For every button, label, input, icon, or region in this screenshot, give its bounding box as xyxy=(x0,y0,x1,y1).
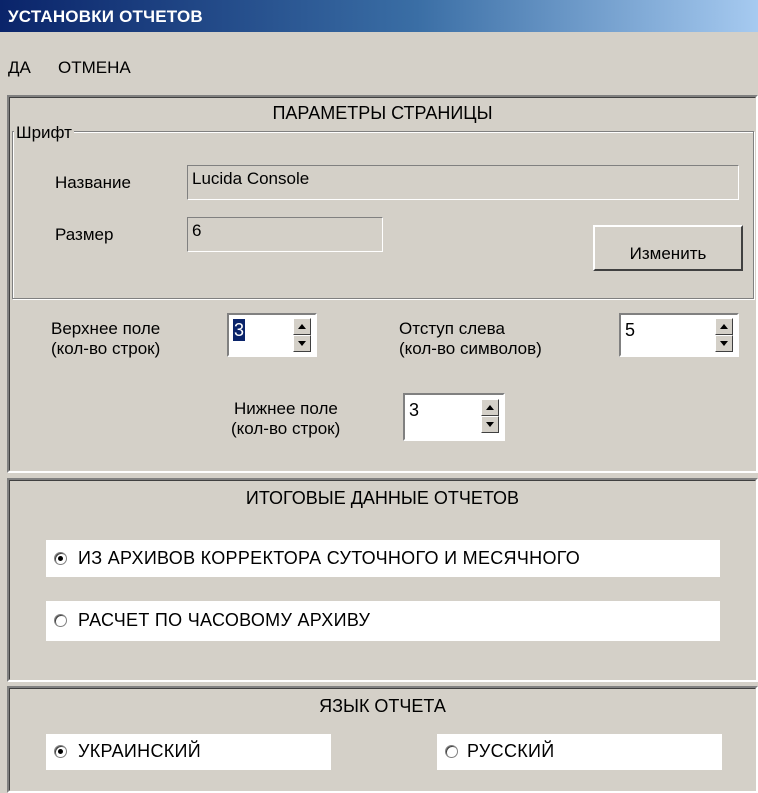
spin-down-button[interactable] xyxy=(481,416,499,433)
font-group-label: Шрифт xyxy=(14,123,74,143)
bottom-margin-sublabel: (кол-во строк) xyxy=(231,419,341,438)
bottom-margin-spin[interactable]: 3 xyxy=(403,393,505,441)
arrow-down-icon xyxy=(486,422,494,427)
bottom-margin-value[interactable]: 3 xyxy=(409,399,419,421)
totals-option-archives[interactable]: ИЗ АРХИВОВ КОРРЕКТОРА СУТОЧНОГО И МЕСЯЧН… xyxy=(46,540,720,577)
language-heading: ЯЗЫК ОТЧЕТА xyxy=(319,696,446,716)
left-indent-label: Отступ слева xyxy=(399,319,505,338)
font-groupbox xyxy=(12,131,754,299)
menu-bar: ДА ОТМЕНА xyxy=(0,32,758,84)
radio-button[interactable] xyxy=(54,552,67,565)
left-indent-value[interactable]: 5 xyxy=(625,319,635,341)
bottom-margin-label: Нижнее поле xyxy=(234,399,338,418)
left-indent-sublabel: (кол-во символов) xyxy=(399,339,542,358)
option-label: УКРАИНСКИЙ xyxy=(78,741,202,761)
top-margin-spin[interactable]: 3 xyxy=(227,313,317,357)
arrow-down-icon xyxy=(720,341,728,346)
arrow-up-icon xyxy=(298,324,306,329)
option-label: ИЗ АРХИВОВ КОРРЕКТОРА СУТОЧНОГО И МЕСЯЧН… xyxy=(78,548,581,568)
totals-heading: ИТОГОВЫЕ ДАННЫЕ ОТЧЕТОВ xyxy=(245,488,520,508)
radio-button[interactable] xyxy=(445,745,458,758)
arrow-up-icon xyxy=(486,405,494,410)
page-params-heading: ПАРАМЕТРЫ СТРАНИЦЫ xyxy=(272,103,493,123)
option-label: РАСЧЕТ ПО ЧАСОВОМУ АРХИВУ xyxy=(78,610,371,630)
totals-option-hourly[interactable]: РАСЧЕТ ПО ЧАСОВОМУ АРХИВУ xyxy=(46,601,720,641)
radio-button[interactable] xyxy=(54,745,67,758)
page-params-panel: ПАРАМЕТРЫ СТРАНИЦЫ Шрифт Название Lucida… xyxy=(7,95,758,473)
language-option-russian[interactable]: РУССКИЙ xyxy=(437,734,722,770)
title-bar: УСТАНОВКИ ОТЧЕТОВ xyxy=(0,0,758,32)
radio-button[interactable] xyxy=(54,614,67,627)
spin-down-button[interactable] xyxy=(715,335,733,352)
top-margin-label: Верхнее поле xyxy=(51,319,161,338)
totals-panel: ИТОГОВЫЕ ДАННЫЕ ОТЧЕТОВ ИЗ АРХИВОВ КОРРЕ… xyxy=(7,478,758,682)
language-panel: ЯЗЫК ОТЧЕТА УКРАИНСКИЙ РУССКИЙ xyxy=(7,686,758,793)
left-indent-spin[interactable]: 5 xyxy=(619,313,739,357)
menu-ok[interactable]: ДА xyxy=(8,58,31,78)
menu-cancel[interactable]: ОТМЕНА xyxy=(58,58,131,78)
option-label: РУССКИЙ xyxy=(467,741,555,761)
spin-up-button[interactable] xyxy=(481,399,499,416)
font-name-field: Lucida Console xyxy=(187,165,739,200)
font-size-field: 6 xyxy=(187,217,383,252)
language-option-ukrainian[interactable]: УКРАИНСКИЙ xyxy=(46,734,331,770)
font-size-label: Размер xyxy=(55,225,114,244)
arrow-down-icon xyxy=(298,341,306,346)
window-title: УСТАНОВКИ ОТЧЕТОВ xyxy=(8,7,203,26)
spin-down-button[interactable] xyxy=(293,335,311,352)
spin-up-button[interactable] xyxy=(293,318,311,335)
arrow-up-icon xyxy=(720,324,728,329)
top-margin-value[interactable]: 3 xyxy=(233,319,246,341)
spin-up-button[interactable] xyxy=(715,318,733,335)
change-font-button[interactable]: Изменить xyxy=(593,225,743,271)
font-name-label: Название xyxy=(55,173,131,192)
top-margin-sublabel: (кол-во строк) xyxy=(51,339,161,358)
